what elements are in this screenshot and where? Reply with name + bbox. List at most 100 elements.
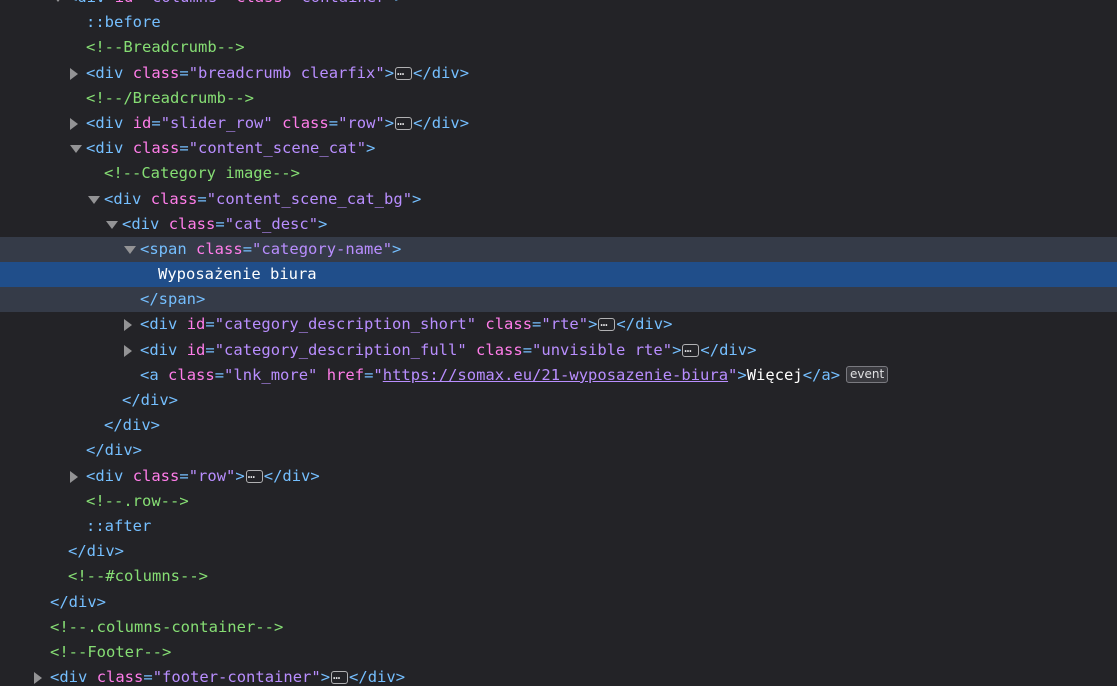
attribute-value[interactable]: category-name (261, 240, 382, 258)
attribute-name[interactable]: class (236, 0, 283, 6)
ellipsis-icon[interactable] (598, 312, 616, 332)
ellipsis-icon[interactable] (682, 338, 700, 358)
markup-node-content: <!--Category image--> (104, 161, 300, 186)
triangle-right-icon[interactable] (34, 672, 42, 685)
attribute-name[interactable]: class (133, 139, 180, 157)
triangle-right-icon[interactable] (124, 319, 132, 332)
attribute-value[interactable]: breadcrumb clearfix (198, 64, 375, 82)
triangle-down-icon[interactable] (52, 0, 64, 2)
markup-node-row[interactable]: ::before (0, 10, 1117, 35)
tag-name[interactable]: span (149, 240, 186, 258)
markup-node-content: <div id="category_description_short" cla… (140, 312, 672, 337)
attribute-name[interactable]: class (485, 315, 532, 333)
attribute-name[interactable]: class (97, 668, 144, 686)
markup-node-row[interactable]: <div class="footer-container"></div> (0, 665, 1117, 686)
markup-node-row[interactable]: <div id="category_description_short" cla… (0, 312, 1117, 337)
markup-node-row[interactable]: <div class="cat_desc"> (0, 212, 1117, 237)
markup-node-row[interactable]: </div> (0, 388, 1117, 413)
triangle-right-icon[interactable] (70, 470, 78, 483)
attribute-value[interactable]: content_scene_cat (198, 139, 357, 157)
attribute-name[interactable]: id (115, 0, 134, 6)
attribute-name[interactable]: class (133, 64, 180, 82)
markup-node-content: <!--Breadcrumb--> (86, 35, 245, 60)
markup-node-row[interactable]: <!--Breadcrumb--> (0, 35, 1117, 60)
tag-name[interactable]: div (113, 190, 141, 208)
attribute-link[interactable]: https://somax.eu/21-wyposazenie-biura (383, 366, 728, 384)
attribute-value[interactable]: lnk_more (233, 366, 308, 384)
tag-name[interactable]: div (95, 114, 123, 132)
attribute-name[interactable]: class (196, 240, 243, 258)
attribute-value[interactable]: category_description_short (224, 315, 467, 333)
markup-node-row[interactable]: </div> (0, 438, 1117, 463)
markup-node-row[interactable]: <div class="row"></div> (0, 464, 1117, 489)
markup-node-row[interactable]: <a class="lnk_more" href="https://somax.… (0, 363, 1117, 388)
triangle-right-icon[interactable] (124, 344, 132, 357)
markup-node-row[interactable]: <!--.row--> (0, 489, 1117, 514)
ellipsis-icon[interactable] (395, 61, 413, 81)
text-node[interactable]: Wyposażenie biura (158, 265, 317, 283)
markup-node-row[interactable]: <!--Footer--> (0, 640, 1117, 665)
ellipsis-icon[interactable] (331, 665, 349, 685)
attribute-value[interactable]: unvisible rte (541, 341, 662, 359)
attribute-name[interactable]: class (168, 366, 215, 384)
attribute-value[interactable]: content_scene_cat_bg (216, 190, 403, 208)
markup-node-row[interactable]: <!--/Breadcrumb--> (0, 86, 1117, 111)
event-badge[interactable]: event (846, 365, 889, 383)
markup-node-row[interactable]: </div> (0, 539, 1117, 564)
tag-name[interactable]: div (59, 668, 87, 686)
markup-node-row[interactable]: <div id="category_description_full" clas… (0, 338, 1117, 363)
tag-name[interactable]: div (131, 215, 159, 233)
attribute-value[interactable]: row (347, 114, 375, 132)
attribute-value[interactable]: category_description_full (224, 341, 457, 359)
attribute-name[interactable]: class (282, 114, 329, 132)
markup-node-row[interactable]: <div id="slider_row" class="row"></div> (0, 111, 1117, 136)
markup-node-row[interactable]: <!--.columns-container--> (0, 615, 1117, 640)
attribute-value[interactable]: row (198, 467, 226, 485)
attribute-name[interactable]: id (187, 315, 206, 333)
markup-node-row[interactable]: Wyposażenie biura (0, 262, 1117, 288)
attribute-name[interactable]: id (187, 341, 206, 359)
markup-node-row[interactable]: </span> (0, 287, 1117, 313)
attribute-name[interactable]: href (327, 366, 364, 384)
triangle-down-icon[interactable] (106, 220, 118, 229)
markup-node-row[interactable]: <div class="breadcrumb clearfix"></div> (0, 61, 1117, 86)
ellipsis-icon[interactable] (395, 111, 413, 131)
attribute-value[interactable]: rte (551, 315, 579, 333)
attribute-name[interactable]: class (133, 467, 180, 485)
attribute-value[interactable]: footer-container (162, 668, 311, 686)
markup-node-row[interactable]: <div id="columns" class="container"> (0, 0, 1117, 10)
attribute-name[interactable]: class (476, 341, 523, 359)
triangle-down-icon[interactable] (70, 145, 82, 154)
markup-node-row[interactable]: ::after (0, 514, 1117, 539)
tag-name[interactable]: div (77, 0, 105, 6)
markup-node-row[interactable]: <!--#columns--> (0, 564, 1117, 589)
markup-node-row[interactable]: <span class="category-name"> (0, 236, 1117, 263)
attribute-value[interactable]: cat_desc (234, 215, 309, 233)
markup-node-row[interactable]: <div class="content_scene_cat"> (0, 136, 1117, 161)
ellipsis-icon[interactable] (245, 464, 263, 484)
tag-name[interactable]: div (149, 341, 177, 359)
comment-node: <!--Category image--> (104, 164, 300, 183)
markup-node-row[interactable]: </div> (0, 590, 1117, 615)
markup-node-row[interactable]: </div> (0, 413, 1117, 438)
attribute-quote: " (214, 315, 225, 334)
tag-name[interactable]: a (149, 366, 158, 384)
attribute-value[interactable]: columns (152, 0, 217, 6)
tag-name[interactable]: div (95, 139, 123, 157)
markup-node-row[interactable]: <!--Category image--> (0, 161, 1117, 186)
tag-name[interactable]: div (95, 467, 123, 485)
attribute-value[interactable]: container (301, 0, 385, 6)
tag-name[interactable]: div (149, 315, 177, 333)
attribute-value[interactable]: slider_row (170, 114, 263, 132)
attribute-name[interactable]: id (133, 114, 152, 132)
markup-node-content: <!--#columns--> (68, 564, 208, 589)
tag-name[interactable]: div (95, 64, 123, 82)
attribute-name[interactable]: class (151, 190, 198, 208)
triangle-down-icon[interactable] (124, 245, 136, 254)
triangle-down-icon[interactable] (88, 195, 100, 204)
triangle-right-icon[interactable] (70, 67, 78, 80)
attribute-quote: " (188, 139, 199, 158)
attribute-name[interactable]: class (169, 215, 216, 233)
triangle-right-icon[interactable] (70, 117, 78, 130)
markup-node-row[interactable]: <div class="content_scene_cat_bg"> (0, 187, 1117, 212)
